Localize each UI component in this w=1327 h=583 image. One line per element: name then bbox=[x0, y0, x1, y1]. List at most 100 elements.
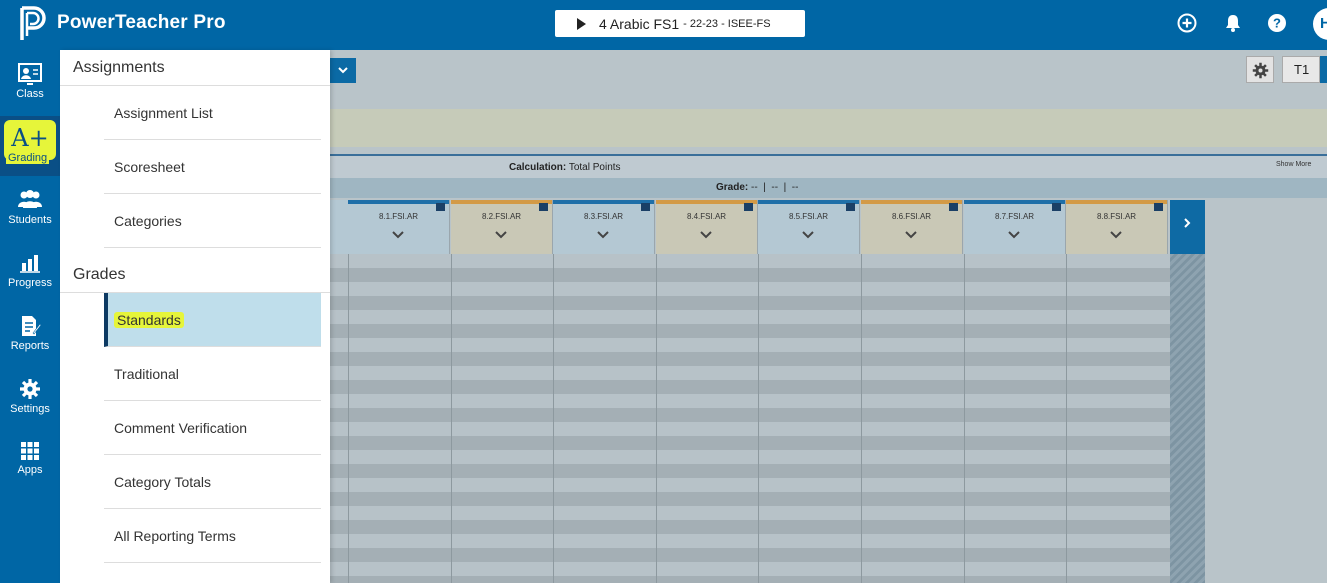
chevron-down-icon bbox=[338, 67, 348, 74]
calculation-value: Total Points bbox=[568, 162, 621, 173]
grade-summary-row: Grade: -- | -- | -- bbox=[330, 178, 1327, 198]
scores-grid[interactable] bbox=[330, 254, 1205, 583]
chevron-down-icon[interactable] bbox=[905, 231, 917, 239]
gradebook-settings-button[interactable] bbox=[1246, 56, 1274, 83]
class-name: 4 Arabic FS1 bbox=[599, 15, 680, 32]
flag-icon bbox=[949, 203, 958, 211]
flag-icon bbox=[846, 203, 855, 211]
menu-item-traditional[interactable]: Traditional bbox=[104, 347, 321, 401]
nav-progress[interactable]: Progress bbox=[0, 244, 60, 304]
column-header-partial bbox=[330, 200, 348, 254]
standard-name: 8.1.FSI.AR bbox=[378, 212, 419, 221]
standard-name: 8.3.FSI.AR bbox=[583, 212, 624, 221]
flag-icon bbox=[1052, 203, 1061, 211]
chevron-down-icon[interactable] bbox=[700, 231, 712, 239]
grid-line bbox=[451, 254, 452, 583]
column-bar bbox=[553, 200, 654, 204]
standard-column-header[interactable]: 8.6.FSI.AR bbox=[861, 200, 963, 254]
reports-icon bbox=[22, 316, 41, 336]
calculation-label: Calculation: bbox=[509, 162, 567, 173]
nav-students[interactable]: Students bbox=[0, 181, 60, 241]
app-title: PowerTeacher Pro bbox=[57, 12, 226, 33]
column-bar bbox=[758, 200, 859, 204]
nav-label: Class bbox=[16, 88, 44, 100]
column-bar bbox=[656, 200, 757, 204]
class-selector[interactable]: 4 Arabic FS1 - 22-23 - ISEE-FS bbox=[555, 10, 805, 37]
standard-column-header[interactable]: 8.5.FSI.AR bbox=[758, 200, 860, 254]
settings-icon bbox=[20, 379, 40, 399]
chevron-down-icon[interactable] bbox=[495, 231, 507, 239]
grade-value-2: -- bbox=[771, 182, 779, 193]
show-more-link[interactable]: Show More bbox=[1276, 161, 1311, 168]
grid-line bbox=[758, 254, 759, 583]
flag-icon bbox=[641, 203, 650, 211]
grid-line bbox=[964, 254, 965, 583]
chevron-down-icon[interactable] bbox=[1008, 231, 1020, 239]
nav-class[interactable]: Class bbox=[0, 55, 60, 115]
standard-column-header[interactable]: 8.3.FSI.AR bbox=[553, 200, 655, 254]
menu-item-category-totals[interactable]: Category Totals bbox=[104, 455, 321, 509]
menu-item-standards[interactable]: Standards bbox=[104, 293, 321, 347]
menu-section-assignments: Assignments bbox=[60, 50, 330, 86]
menu-item-categories[interactable]: Categories bbox=[104, 194, 321, 248]
standard-column-header[interactable]: 8.7.FSI.AR bbox=[964, 200, 1066, 254]
column-bar bbox=[348, 200, 449, 204]
flag-icon bbox=[539, 203, 548, 211]
user-avatar[interactable]: H bbox=[1313, 8, 1327, 40]
powerteacher-logo-icon[interactable] bbox=[18, 6, 48, 42]
apps-icon bbox=[21, 442, 39, 460]
standard-column-header[interactable]: 8.2.FSI.AR bbox=[451, 200, 553, 254]
next-columns-button[interactable] bbox=[1170, 200, 1205, 254]
chevron-down-icon[interactable] bbox=[597, 231, 609, 239]
menu-item-scoresheet[interactable]: Scoresheet bbox=[104, 140, 321, 194]
chevron-down-icon[interactable] bbox=[802, 231, 814, 239]
notifications-bell-icon[interactable] bbox=[1223, 13, 1243, 33]
column-bar bbox=[861, 200, 962, 204]
standard-column-header[interactable]: 8.1.FSI.AR bbox=[348, 200, 450, 254]
chevron-right-icon bbox=[1184, 218, 1191, 228]
term-button-accent[interactable] bbox=[1320, 56, 1327, 83]
grid-line bbox=[348, 254, 349, 583]
standard-name: 8.6.FSI.AR bbox=[891, 212, 932, 221]
flag-icon bbox=[744, 203, 753, 211]
standard-name: 8.2.FSI.AR bbox=[481, 212, 522, 221]
menu-item-comment-verification[interactable]: Comment Verification bbox=[104, 401, 321, 455]
info-banner bbox=[330, 109, 1327, 147]
nav-grading[interactable]: A+ Grading bbox=[0, 116, 60, 176]
standard-column-header[interactable]: 8.4.FSI.AR bbox=[656, 200, 758, 254]
calculation-row: Calculation: Total Points Show More bbox=[330, 156, 1327, 178]
menu-item-all-reporting-terms[interactable]: All Reporting Terms bbox=[104, 509, 321, 563]
nav-apps[interactable]: Apps bbox=[0, 433, 60, 493]
standard-name: 8.7.FSI.AR bbox=[994, 212, 1035, 221]
nav-settings[interactable]: Settings bbox=[0, 370, 60, 430]
column-bar bbox=[1066, 200, 1167, 204]
flag-icon bbox=[1154, 203, 1163, 211]
chevron-down-icon[interactable] bbox=[392, 231, 404, 239]
play-icon bbox=[577, 17, 586, 30]
students-icon bbox=[18, 190, 42, 208]
class-icon bbox=[18, 63, 42, 85]
menu-item-assignment-list[interactable]: Assignment List bbox=[104, 86, 321, 140]
nav-reports[interactable]: Reports bbox=[0, 307, 60, 367]
grade-value-3: -- bbox=[791, 182, 799, 193]
class-term: - 22-23 - ISEE-FS bbox=[683, 17, 771, 30]
nav-label: Grading bbox=[6, 152, 50, 164]
help-icon[interactable]: ? bbox=[1267, 13, 1287, 33]
add-icon[interactable] bbox=[1177, 13, 1197, 33]
grading-menu: Assignments Assignment List Scoresheet C… bbox=[60, 50, 330, 583]
grid-line bbox=[1066, 254, 1067, 583]
svg-text:?: ? bbox=[1273, 16, 1281, 31]
left-nav: Class A+ Grading Students Progress Repor… bbox=[0, 50, 60, 583]
standard-column-header[interactable]: 8.8.FSI.AR bbox=[1066, 200, 1168, 254]
progress-icon bbox=[20, 255, 40, 273]
nav-label: Apps bbox=[17, 464, 43, 476]
gear-icon bbox=[1252, 62, 1269, 79]
chevron-down-icon[interactable] bbox=[1110, 231, 1122, 239]
term-button[interactable]: T1 bbox=[1282, 56, 1320, 83]
view-dropdown[interactable] bbox=[330, 58, 356, 83]
grade-value: -- bbox=[751, 182, 758, 193]
standard-name: 8.8.FSI.AR bbox=[1096, 212, 1137, 221]
grid-line bbox=[656, 254, 657, 583]
nav-label: Reports bbox=[10, 340, 50, 352]
standard-name: 8.4.FSI.AR bbox=[686, 212, 727, 221]
